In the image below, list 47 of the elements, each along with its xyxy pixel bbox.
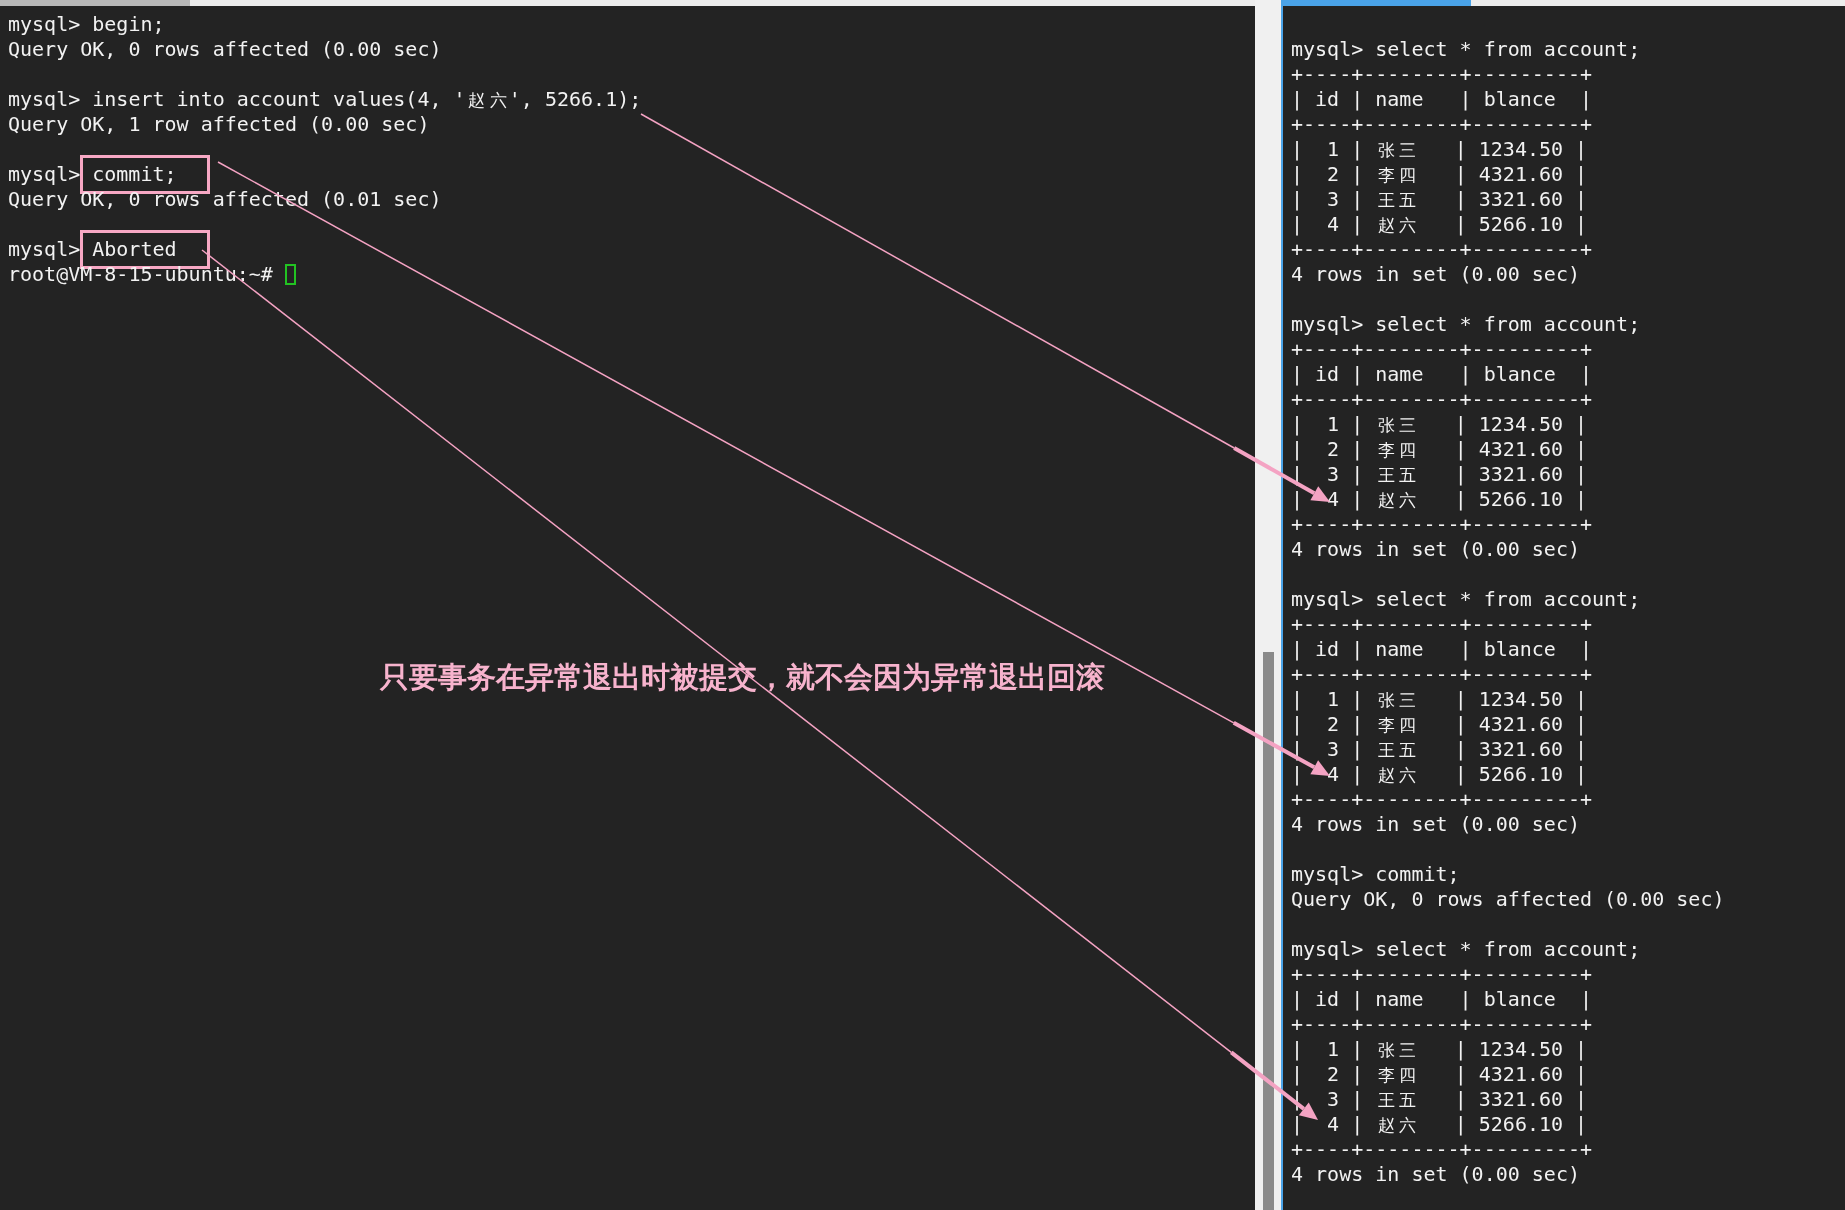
terminal-line: 4 rows in set (0.00 sec) bbox=[1291, 262, 1580, 287]
terminal-line: +----+--------+---------+ bbox=[1291, 512, 1593, 537]
terminal-line: +----+--------+---------+ bbox=[1291, 612, 1593, 637]
terminal-line: 4 rows in set (0.00 sec) bbox=[1291, 1162, 1580, 1187]
terminal-line: +----+--------+---------+ bbox=[1291, 787, 1593, 812]
terminal-line: | 4 | 赵六 | 5266.10 | bbox=[1291, 486, 1588, 513]
terminal-line: Query OK, 1 row affected (0.00 sec) bbox=[8, 112, 430, 137]
terminal-line: | 2 | 李四 | 4321.60 | bbox=[1291, 1061, 1588, 1088]
terminal-line: | id | name | blance | bbox=[1291, 987, 1593, 1012]
terminal-line: | 2 | 李四 | 4321.60 | bbox=[1291, 436, 1588, 463]
terminal-line: mysql> commit; bbox=[1291, 862, 1460, 887]
annotation-caption: 只要事务在异常退出时被提交，就不会因为异常退出回滚 bbox=[380, 659, 1105, 696]
terminal-line: +----+--------+---------+ bbox=[1291, 1012, 1593, 1037]
terminal-line: mysql> select * from account; bbox=[1291, 937, 1641, 962]
terminal-line: Query OK, 0 rows affected (0.00 sec) bbox=[1291, 887, 1725, 912]
terminal-line: | 2 | 李四 | 4321.60 | bbox=[1291, 161, 1588, 188]
terminal-line: | 4 | 赵六 | 5266.10 | bbox=[1291, 211, 1588, 238]
terminal-line: +----+--------+---------+ bbox=[1291, 1137, 1593, 1162]
terminal-line: mysql> insert into account values(4, '赵六', 5266.1); bbox=[8, 86, 642, 113]
terminal-line: mysql> select * from account; bbox=[1291, 587, 1641, 612]
terminal-line: +----+--------+---------+ bbox=[1291, 962, 1593, 987]
prompt-text: mysql> bbox=[8, 237, 81, 262]
terminal-line: | 4 | 赵六 | 5266.10 | bbox=[1291, 1111, 1588, 1138]
terminal-line: | 1 | 张三 | 1234.50 | bbox=[1291, 136, 1588, 163]
terminal-line: Query OK, 0 rows affected (0.00 sec) bbox=[8, 37, 442, 62]
terminal-line: +----+--------+---------+ bbox=[1291, 237, 1593, 262]
terminal-line: | 4 | 赵六 | 5266.10 | bbox=[1291, 761, 1588, 788]
terminal-line: +----+--------+---------+ bbox=[1291, 112, 1593, 137]
terminal-line: | 3 | 王五 | 3321.60 | bbox=[1291, 186, 1588, 213]
terminal-line: | 1 | 张三 | 1234.50 | bbox=[1291, 411, 1588, 438]
terminal-line: 4 rows in set (0.00 sec) bbox=[1291, 537, 1580, 562]
terminal-line: mysql> select * from account; bbox=[1291, 312, 1641, 337]
terminal-line: +----+--------+---------+ bbox=[1291, 62, 1593, 87]
terminal-line: mysql> begin; bbox=[8, 12, 165, 37]
terminal-line: | id | name | blance | bbox=[1291, 362, 1593, 387]
terminal-line: +----+--------+---------+ bbox=[1291, 337, 1593, 362]
terminal-line: +----+--------+---------+ bbox=[1291, 662, 1593, 687]
terminal-line: | 1 | 张三 | 1234.50 | bbox=[1291, 686, 1588, 713]
terminal-line: | 2 | 李四 | 4321.60 | bbox=[1291, 711, 1588, 738]
scrollbar-thumb[interactable] bbox=[1263, 652, 1274, 1210]
terminal-line: mysql> select * from account; bbox=[1291, 37, 1641, 62]
terminal-line: +----+--------+---------+ bbox=[1291, 387, 1593, 412]
prompt-text: mysql> bbox=[8, 162, 81, 187]
terminal-line: | id | name | blance | bbox=[1291, 87, 1593, 112]
terminal-line: | 1 | 张三 | 1234.50 | bbox=[1291, 1036, 1588, 1063]
terminal-line: 4 rows in set (0.00 sec) bbox=[1291, 812, 1580, 837]
terminal-line: | id | name | blance | bbox=[1291, 637, 1593, 662]
